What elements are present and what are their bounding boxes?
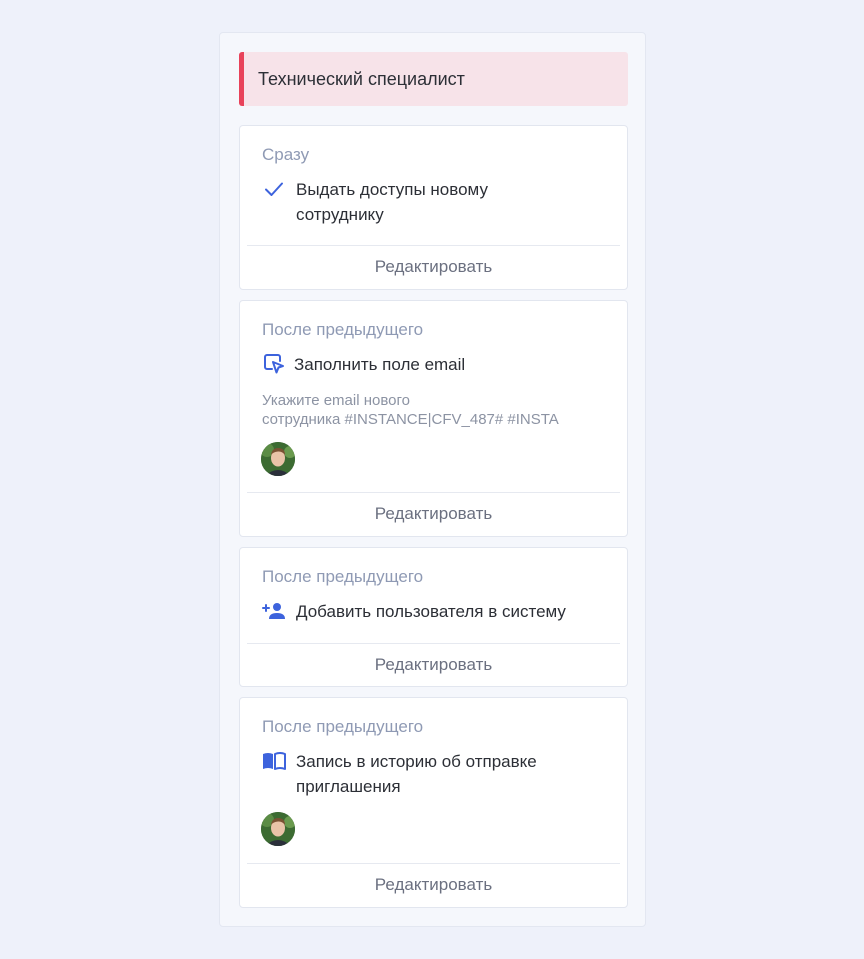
role-header: Технический специалист: [239, 52, 628, 106]
edit-button[interactable]: Редактировать: [240, 246, 627, 288]
description-line: Укажите email нового: [262, 392, 410, 409]
workflow-panel: Технический специалист Сразу Выдать дост…: [219, 32, 646, 927]
step-action: Заполнить поле email: [262, 352, 613, 377]
step-action-text: Заполнить поле email: [294, 355, 466, 374]
step-action: Запись в историю об отправке приглашения: [262, 749, 613, 799]
step-card: Сразу Выдать доступы новому сотруднику Р…: [239, 125, 628, 290]
step-action-text: Добавить пользователя в систему: [296, 602, 566, 621]
step-card: После предыдущего Заполнить поле email У…: [239, 300, 628, 537]
step-timing-label: После предыдущего: [262, 717, 424, 736]
check-icon: [262, 177, 286, 201]
book-icon: [262, 749, 286, 773]
step-timing-label: Сразу: [262, 145, 310, 164]
edit-button[interactable]: Редактировать: [240, 493, 627, 535]
step-timing-label: После предыдущего: [262, 567, 424, 586]
avatar: [261, 812, 295, 846]
step-action-text: Запись в историю об отправке приглашения: [296, 752, 537, 796]
step-action: Добавить пользователя в систему: [262, 599, 613, 624]
step-card: После предыдущего Запись в историю об от…: [239, 697, 628, 908]
step-action: Выдать доступы новому сотруднику: [262, 177, 613, 227]
person-add-icon: [262, 599, 286, 623]
description-line: сотрудника #INSTANCE|CFV_487# #INSTA: [262, 411, 559, 428]
edit-button[interactable]: Редактировать: [240, 864, 627, 906]
step-action-text: Выдать доступы новому сотруднику: [296, 180, 488, 224]
step-description: Укажите email нового сотрудника #INSTANC…: [262, 391, 606, 429]
avatar: [261, 442, 295, 476]
role-title: Технический специалист: [258, 68, 465, 89]
cursor-click-icon: [262, 352, 286, 376]
step-timing-label: После предыдущего: [262, 320, 424, 339]
step-card: После предыдущего Добавить пользователя …: [239, 547, 628, 687]
edit-button[interactable]: Редактировать: [240, 644, 627, 686]
